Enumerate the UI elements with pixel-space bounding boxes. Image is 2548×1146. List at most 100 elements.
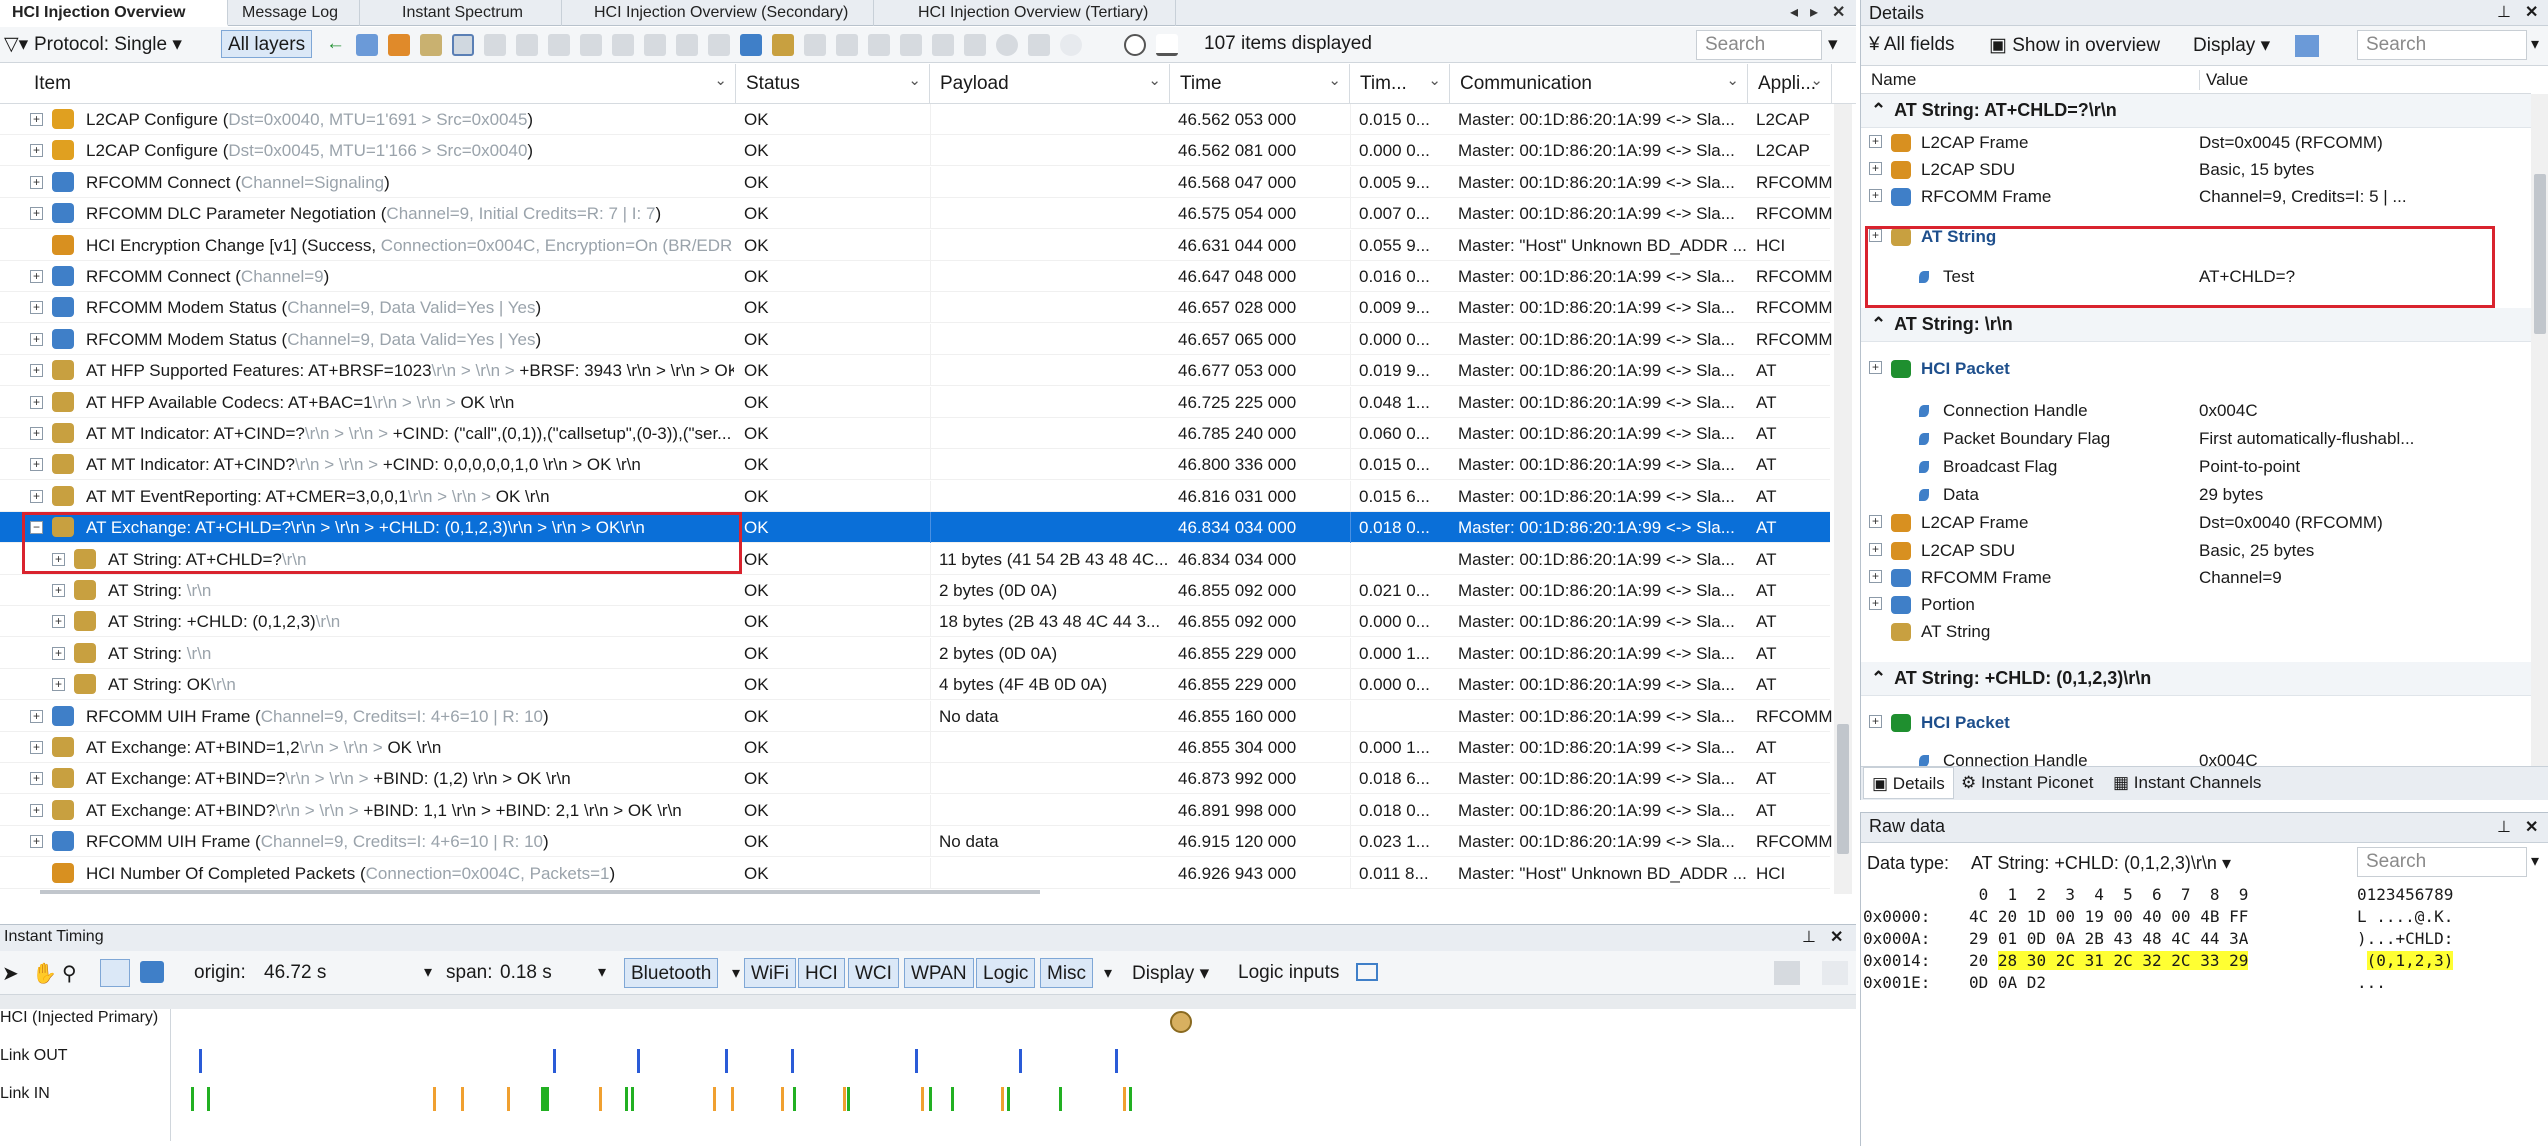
download-icon[interactable] (1156, 34, 1178, 56)
grid-vertical-scrollbar[interactable] (1834, 104, 1852, 894)
details-row[interactable]: Packet Boundary Flag First automatically-… (1861, 426, 2531, 453)
details-scrollbar[interactable] (2531, 94, 2548, 766)
hex-bytes[interactable]: 29 01 0D 0A 2B 43 48 4C 44 3A (1969, 929, 2248, 948)
table-row[interactable]: + AT String: OK\r\n OK 4 bytes (4F 4B 0D 0A… (0, 669, 1830, 701)
tool-icon-7[interactable] (676, 34, 698, 56)
details-row[interactable]: + RFCOMM Frame Channel=9, Credits=I: 5 | .… (1861, 184, 2531, 211)
link-in-event-mark[interactable] (1123, 1087, 1126, 1111)
table-row[interactable]: + AT String: +CHLD: (0,1,2,3)\r\n OK 18 byt… (0, 606, 1830, 638)
tool-icon-1[interactable] (484, 34, 506, 56)
expand-icon[interactable]: + (30, 144, 43, 158)
expand-icon[interactable]: + (30, 332, 43, 346)
show-in-overview-button[interactable]: ▣ Show in overview (1989, 34, 2160, 57)
column-header-delta[interactable]: Tim... ⌄ (1350, 64, 1450, 104)
export-icon[interactable] (1774, 961, 1800, 985)
tool-icon-5[interactable] (612, 34, 634, 56)
link-out-event-mark[interactable] (1115, 1049, 1118, 1073)
expand-icon[interactable]: + (1869, 135, 1882, 148)
pointer-icon[interactable]: ➤ (2, 961, 19, 986)
logic-inputs-label[interactable]: Logic inputs (1238, 962, 1339, 984)
data-type-dropdown[interactable]: AT String: +CHLD: (0,1,2,3)\r\n ▾ (1971, 853, 2231, 874)
expand-icon[interactable]: + (30, 270, 43, 283)
link-out-event-mark[interactable] (199, 1049, 202, 1073)
pin-icon[interactable]: ⊥ (2497, 817, 2511, 837)
ascii-bytes[interactable]: L ....@.K. (2357, 907, 2453, 926)
table-row[interactable]: + AT Exchange: AT+BIND=1,2\r\n > \r\n > O… (0, 732, 1830, 763)
expand-icon[interactable]: + (52, 678, 65, 692)
table-row[interactable]: + AT Exchange: AT+BIND=?\r\n > \r\n > +BI… (0, 763, 1830, 795)
search-icon[interactable]: ▾ (1828, 33, 1838, 56)
settings-icon[interactable] (1822, 961, 1848, 985)
ascii-bytes[interactable]: ... (2357, 973, 2386, 992)
column-header-time[interactable]: Time ⌄ (1170, 64, 1350, 104)
table-row[interactable]: + AT MT EventReporting: AT+CMER=3,0,0,1\r… (0, 480, 1830, 512)
details-search-input[interactable]: Search (2357, 30, 2527, 60)
table-row[interactable]: + AT HFP Supported Features: AT+BRSF=1023… (0, 355, 1830, 387)
expand-icon[interactable]: + (1869, 189, 1882, 202)
link-out-event-mark[interactable] (791, 1049, 794, 1073)
expand-icon[interactable]: + (30, 772, 43, 786)
table-row[interactable]: + RFCOMM DLC Parameter Negotiation (Chann… (0, 198, 1832, 230)
protocol-dropdown[interactable]: Protocol: Single ▾ (34, 33, 182, 56)
expand-icon[interactable]: + (30, 395, 43, 409)
table-row[interactable]: + AT String: \r\n OK 2 bytes (0D 0A) 46.855 … (0, 575, 1830, 606)
link-in-event-mark[interactable] (921, 1087, 924, 1111)
tool-icon-16[interactable] (1028, 34, 1050, 56)
link-out-event-mark[interactable] (1019, 1049, 1022, 1073)
tab-message-log[interactable]: Message Log (230, 0, 360, 26)
table-row[interactable]: + L2CAP Configure (Dst=0x0040, MTU=1'691 … (0, 104, 1830, 135)
table-row[interactable]: + RFCOMM Connect (Channel=9) OK 46.647 048 … (0, 261, 1832, 292)
span-dropdown-icon[interactable]: ▾ (598, 962, 606, 982)
expand-icon[interactable]: + (30, 301, 43, 315)
protocol-icon[interactable] (772, 34, 794, 56)
details-row[interactable]: Broadcast Flag Point-to-point (1861, 454, 2531, 481)
table-row[interactable]: HCI Number Of Completed Packets (Connect… (0, 857, 1830, 889)
close-panel-icon[interactable]: ✕ (1830, 927, 1843, 947)
link-in-event-mark[interactable] (631, 1087, 634, 1111)
tab-instant-piconet[interactable]: ⚙ Instant Piconet (1953, 767, 2101, 799)
link-in-event-mark[interactable] (951, 1087, 954, 1111)
table-row[interactable]: HCI Encryption Change [v1] (Success, Con… (0, 229, 1830, 261)
hand-icon[interactable]: ✋ (32, 961, 57, 986)
details-section-header[interactable]: ⌃ AT String: AT+CHLD=?\r\n (1861, 94, 2531, 128)
tool-icon-12[interactable] (900, 34, 922, 56)
tool-icon-11[interactable] (868, 34, 890, 56)
close-panel-icon[interactable]: ✕ (2525, 2, 2538, 22)
details-row[interactable]: + Portion (1861, 592, 2531, 619)
link-out-event-mark[interactable] (637, 1049, 640, 1073)
expand-icon[interactable]: + (30, 207, 43, 221)
grid-horizontal-scrollbar[interactable] (40, 890, 1040, 894)
layer-button-misc[interactable]: Misc (1040, 958, 1094, 988)
ascii-bytes[interactable]: (0,1,2,3) (2357, 951, 2454, 970)
expand-icon[interactable]: + (1869, 162, 1882, 175)
tool-icon-8[interactable] (708, 34, 730, 56)
tool-icon-10[interactable] (836, 34, 858, 56)
tool-icon-3[interactable] (548, 34, 570, 56)
find-icon[interactable] (452, 34, 474, 56)
pin-icon[interactable]: ⊥ (2497, 2, 2511, 22)
hex-bytes[interactable]: 0D 0A D2 (1969, 973, 2046, 992)
tab-hci-injection-overview[interactable]: HCI Injection Overview (0, 0, 228, 26)
scrollbar-thumb[interactable] (2534, 174, 2546, 334)
tool-icon-13[interactable] (932, 34, 954, 56)
link-in-event-mark[interactable] (843, 1087, 846, 1111)
expand-icon[interactable]: + (1869, 543, 1882, 556)
collapse-section-icon[interactable]: ⌃ (1871, 100, 1886, 120)
tool-icon-15[interactable] (996, 34, 1018, 56)
table-row[interactable]: + AT String: \r\n OK 2 bytes (0D 0A) 46.855 … (0, 637, 1830, 669)
table-row[interactable]: + RFCOMM Connect (Channel=Signaling) OK 46.… (0, 166, 1832, 198)
close-panel-icon[interactable]: ✕ (2525, 817, 2538, 837)
pencil-icon[interactable] (356, 34, 378, 56)
link-out-event-mark[interactable] (553, 1049, 556, 1073)
link-in-event-mark[interactable] (1007, 1087, 1010, 1111)
column-header-value[interactable]: Value (2199, 70, 2248, 90)
column-header-communication[interactable]: Communication ⌄ (1450, 64, 1748, 104)
expand-icon[interactable]: + (1869, 515, 1882, 528)
tool-icon-6[interactable] (644, 34, 666, 56)
details-row[interactable]: + HCI Packet (1861, 710, 2531, 737)
details-section-header[interactable]: ⌃ AT String: \r\n (1861, 308, 2531, 342)
expand-icon[interactable]: + (30, 427, 43, 440)
origin-input[interactable]: 46.72 s (264, 962, 326, 984)
display-menu[interactable]: Display ▾ (1132, 962, 1209, 985)
column-header-payload[interactable]: Payload ⌄ (930, 64, 1170, 104)
